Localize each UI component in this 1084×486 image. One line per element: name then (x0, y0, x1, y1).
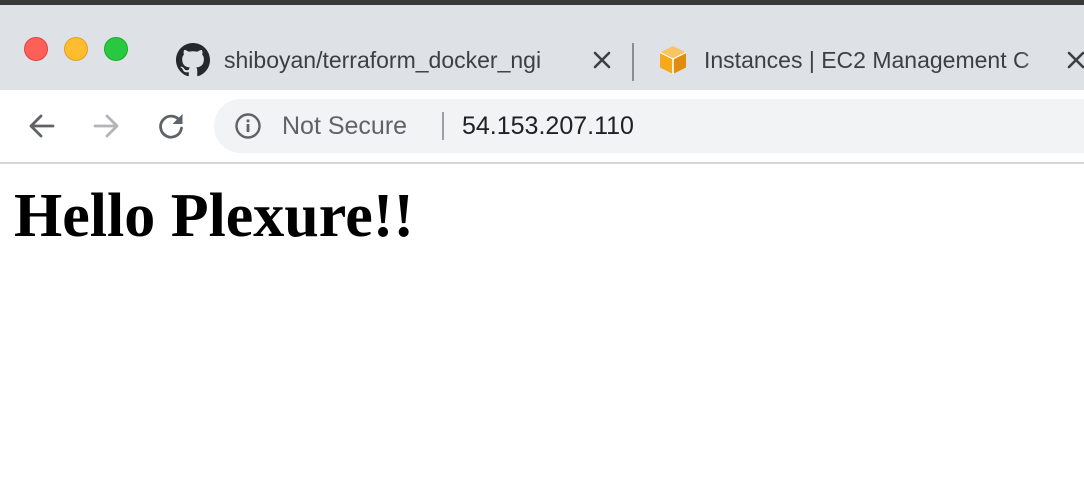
page-content: Hello Plexure!! (0, 164, 1084, 486)
reload-icon[interactable] (153, 108, 189, 144)
url-text[interactable]: 54.153.207.110 (462, 112, 634, 140)
browser-window: shiboyan/terraform_docker_ngi Instances … (0, 0, 1084, 486)
back-arrow-icon[interactable] (24, 108, 60, 144)
tab-separator (632, 43, 634, 81)
aws-box-icon (656, 43, 690, 77)
info-icon[interactable] (234, 112, 262, 140)
tab-strip: shiboyan/terraform_docker_ngi Instances … (0, 5, 1084, 90)
omnibox-separator (442, 112, 444, 140)
tab-github[interactable]: shiboyan/terraform_docker_ngi (160, 33, 630, 87)
tab-title: Instances | EC2 Management C (704, 46, 1030, 73)
window-minimize-button[interactable] (64, 37, 88, 61)
browser-toolbar: Not Secure 54.153.207.110 (0, 90, 1084, 162)
tab-ec2-instances[interactable]: Instances | EC2 Management C (640, 33, 1084, 87)
tab-close-icon[interactable] (1062, 46, 1084, 74)
window-close-button[interactable] (24, 37, 48, 61)
window-maximize-button[interactable] (104, 37, 128, 61)
github-icon (176, 43, 210, 77)
address-bar[interactable]: Not Secure 54.153.207.110 (214, 99, 1084, 153)
security-status-label[interactable]: Not Secure (282, 112, 407, 140)
forward-arrow-icon[interactable] (88, 108, 124, 144)
tab-close-icon[interactable] (588, 46, 616, 74)
page-heading: Hello Plexure!! (14, 182, 415, 250)
tab-title: shiboyan/terraform_docker_ngi (224, 46, 542, 73)
